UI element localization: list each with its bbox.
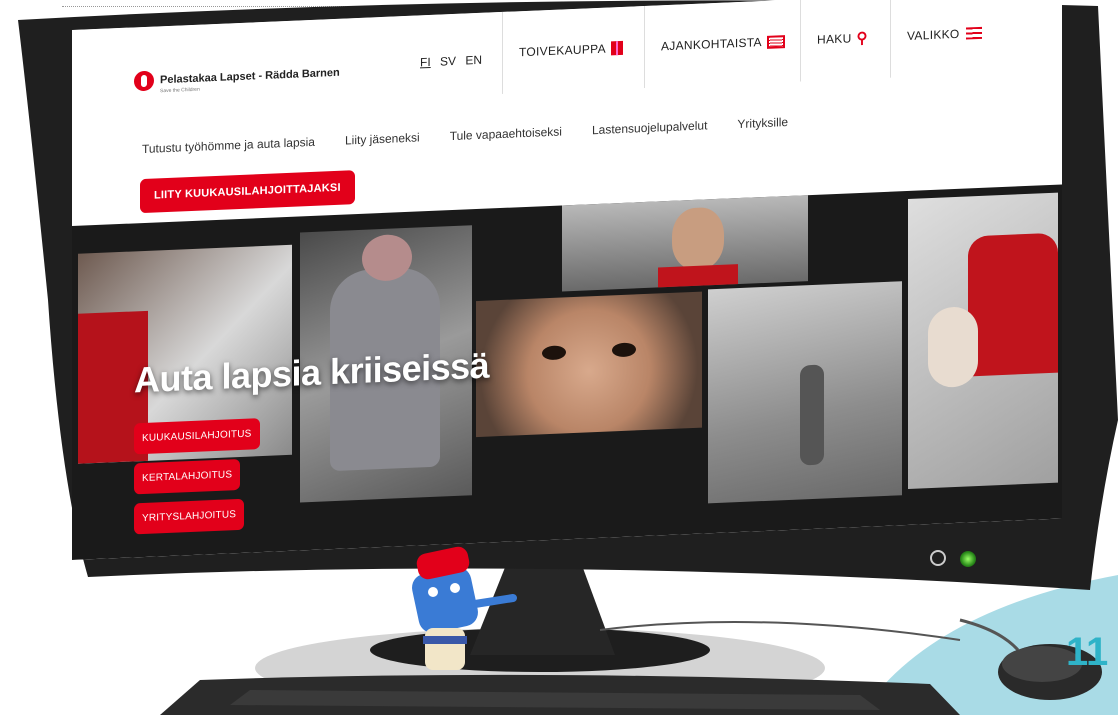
news-icon bbox=[766, 34, 785, 49]
nav-toivekauppa[interactable]: TOIVEKAUPPA bbox=[502, 6, 639, 94]
logo-text: Pelastakaa Lapset - Rädda Barnen bbox=[160, 66, 340, 87]
photo-child-rubble bbox=[708, 281, 902, 504]
browser-screen: Pelastakaa Lapset - Rädda Barnen Save th… bbox=[72, 0, 1062, 560]
lang-sv[interactable]: SV bbox=[440, 54, 456, 69]
language-switcher: FI SV EN bbox=[420, 53, 488, 70]
power-icon bbox=[930, 550, 946, 566]
subnav-vapaaehtoinen[interactable]: Tule vapaaehtoiseksi bbox=[450, 124, 562, 143]
logo-subtext: Save the Children bbox=[160, 86, 200, 95]
gift-icon bbox=[610, 40, 623, 56]
monthly-donation-button[interactable]: KUUKAUSILAHJOITUS bbox=[134, 418, 260, 455]
site-logo[interactable]: Pelastakaa Lapset - Rädda Barnen Save th… bbox=[134, 63, 340, 95]
nav-haku[interactable]: HAKU ⚲ bbox=[800, 0, 884, 82]
photo-child-closeup bbox=[476, 291, 702, 438]
photo-girl-red-shirt bbox=[562, 195, 808, 292]
lang-fi[interactable]: FI bbox=[420, 55, 431, 69]
search-icon: ⚲ bbox=[856, 29, 868, 48]
power-led-icon bbox=[960, 551, 976, 567]
subnav-lastensuojelu[interactable]: Lastensuojelupalvelut bbox=[592, 118, 707, 137]
nav-haku-label: HAKU bbox=[817, 31, 852, 47]
one-time-donation-button[interactable]: KERTALAHJOITUS bbox=[134, 458, 241, 495]
subnav-tutustu[interactable]: Tutustu työhömme ja auta lapsia bbox=[142, 135, 315, 156]
robot-mascot bbox=[412, 546, 517, 670]
save-the-children-logo-icon bbox=[134, 70, 154, 92]
corporate-donation-button[interactable]: YRITYSLAHJOITUS bbox=[134, 498, 245, 535]
subnav-liity[interactable]: Liity jäseneksi bbox=[345, 130, 420, 147]
nav-valikko[interactable]: VALIKKO bbox=[890, 0, 998, 78]
nav-ajankohtaista-label: AJANKOHTAISTA bbox=[661, 35, 762, 54]
nav-ajankohtaista[interactable]: AJANKOHTAISTA bbox=[644, 0, 801, 89]
nav-toivekauppa-label: TOIVEKAUPPA bbox=[519, 41, 606, 60]
join-monthly-donor-button[interactable]: LIITY KUUKAUSILAHJOITTAJAKSI bbox=[140, 170, 355, 214]
photo-worker-baby bbox=[908, 192, 1058, 489]
hero-photo-collage: Auta lapsia kriiseissä KUUKAUSILAHJOITUS… bbox=[72, 184, 1062, 560]
lang-en[interactable]: EN bbox=[465, 53, 482, 68]
nav-valikko-label: VALIKKO bbox=[907, 26, 960, 44]
menu-icon bbox=[965, 26, 982, 40]
secondary-nav: Tutustu työhömme ja auta lapsia Liity jä… bbox=[142, 114, 818, 156]
page-number-badge: 11 bbox=[1066, 630, 1109, 674]
subnav-yrityksille[interactable]: Yrityksille bbox=[737, 115, 788, 131]
